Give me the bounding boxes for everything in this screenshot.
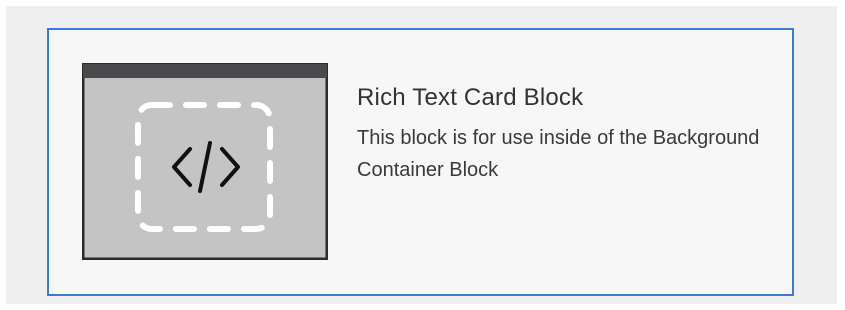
rich-text-card-block-option[interactable]: Rich Text Card Block This block is for u…	[47, 28, 794, 296]
code-window-icon	[81, 62, 329, 261]
card-description: This block is for use inside of the Back…	[357, 127, 760, 181]
block-thumbnail	[81, 62, 329, 261]
card-text: Rich Text Card Block This block is for u…	[357, 82, 767, 186]
card-title: Rich Text Card Block	[357, 84, 584, 111]
window-titlebar	[83, 64, 327, 78]
block-picker-area: Rich Text Card Block This block is for u…	[6, 6, 837, 304]
